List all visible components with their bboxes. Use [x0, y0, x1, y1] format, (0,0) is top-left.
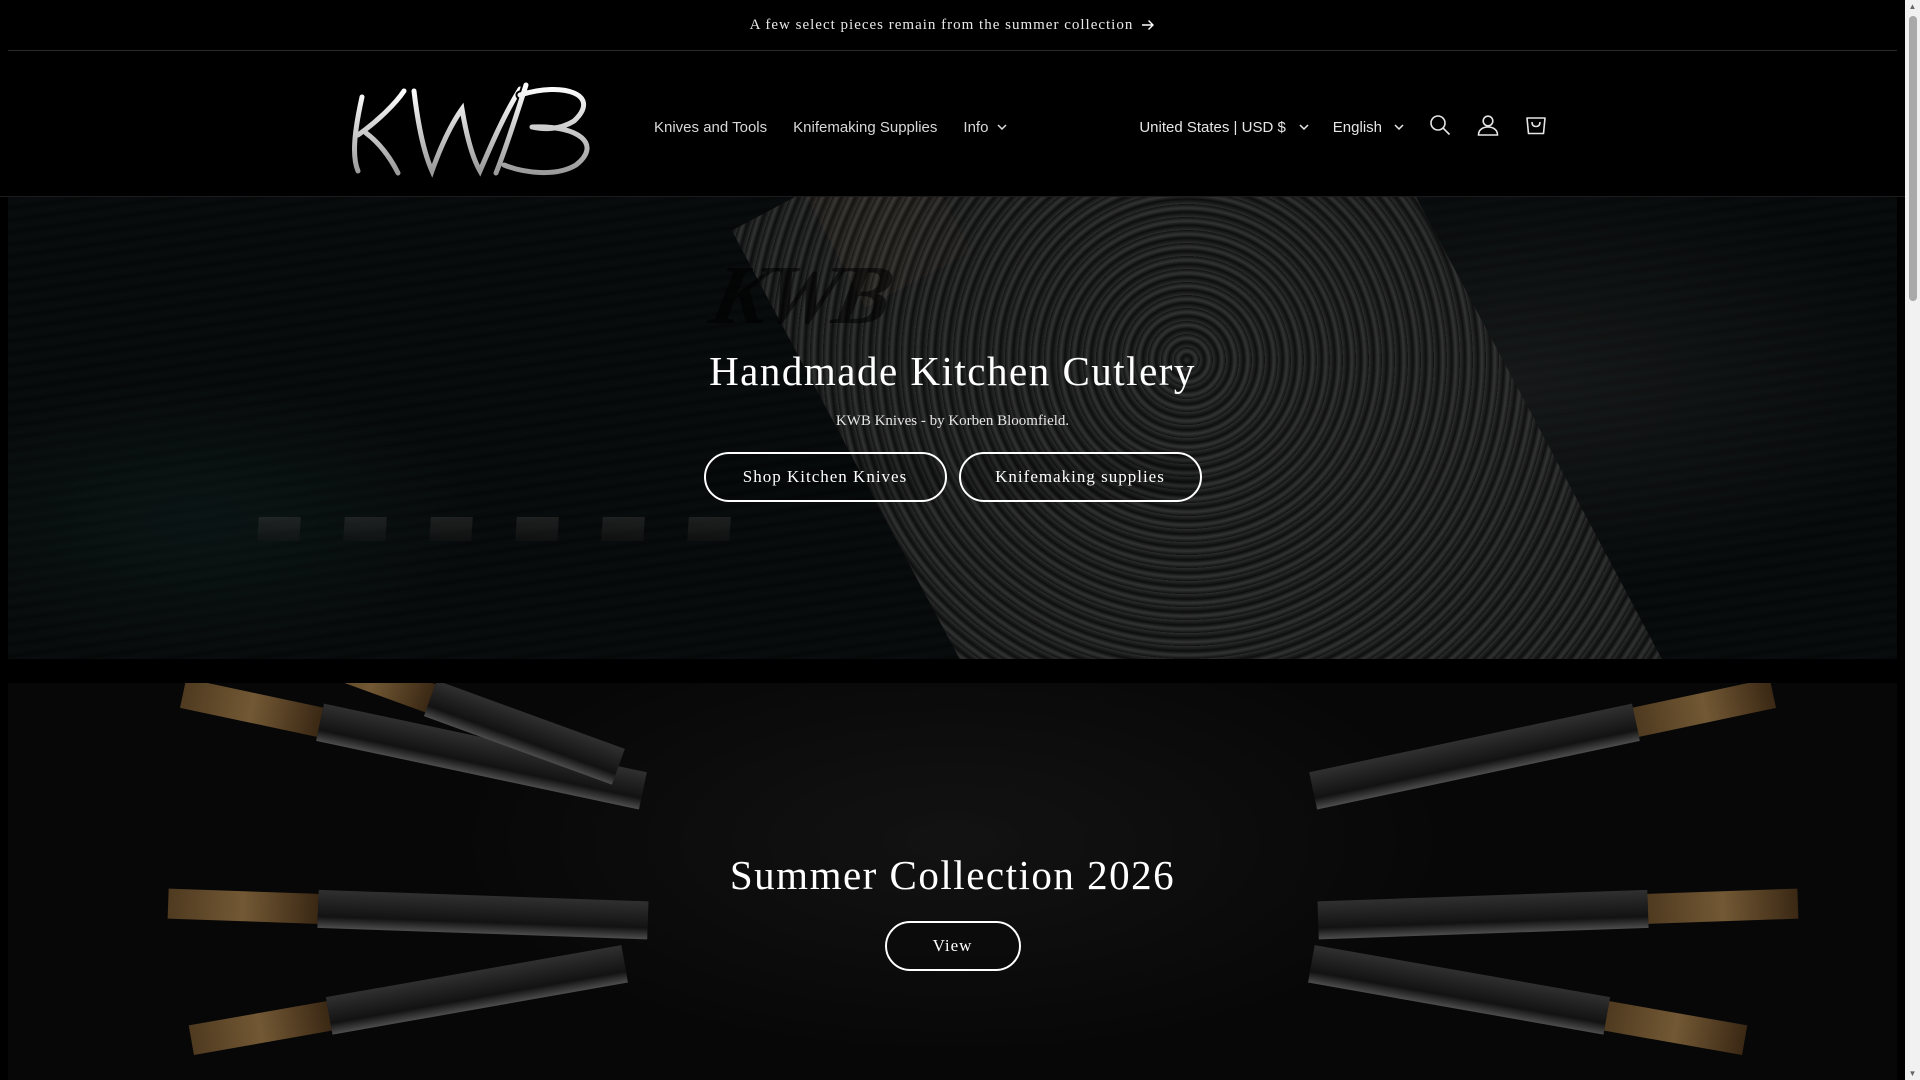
chevron-down-icon [1299, 124, 1309, 130]
account-icon [1477, 114, 1499, 140]
collection-content: Summer Collection 2026 View [8, 851, 1897, 971]
nav-label: Knifemaking Supplies [793, 118, 938, 136]
account-button[interactable] [1464, 103, 1512, 151]
search-button[interactable] [1416, 103, 1464, 151]
nav-info[interactable]: Info [950, 119, 1020, 136]
cart-button[interactable] [1512, 103, 1560, 151]
cart-icon [1525, 114, 1547, 140]
site-header: Knives and Tools Knifemaking Supplies In… [0, 51, 1905, 197]
chevron-down-icon [997, 124, 1007, 130]
knifemaking-supplies-button[interactable]: Knifemaking supplies [958, 452, 1202, 502]
nav-knifemaking-supplies[interactable]: Knifemaking Supplies [780, 119, 950, 136]
view-collection-button[interactable]: View [884, 921, 1021, 971]
page-scrollbar[interactable]: ▲ ▼ [1905, 0, 1920, 1080]
hero-content: Handmade Kitchen Cutlery KWB Knives - by… [8, 347, 1897, 502]
hero-logo-watermark: KWB [703, 249, 898, 342]
scroll-up-arrow-icon[interactable]: ▲ [1908, 2, 1917, 11]
country-selector[interactable]: United States | USD $ [1127, 119, 1320, 136]
search-icon [1429, 114, 1451, 140]
country-selector-label: United States | USD $ [1139, 118, 1286, 136]
page: A few select pieces remain from the summ… [0, 0, 1905, 1080]
scrollbar-thumb[interactable] [1909, 16, 1917, 301]
hero-title: Handmade Kitchen Cutlery [709, 348, 1196, 394]
language-selector-label: English [1332, 118, 1382, 136]
header-utilities: United States | USD $ English [1127, 51, 1560, 203]
shop-kitchen-knives-button[interactable]: Shop Kitchen Knives [703, 452, 947, 502]
main-nav: Knives and Tools Knifemaking Supplies In… [641, 51, 1020, 203]
collection-banner: Summer Collection 2026 View [8, 683, 1897, 1080]
nav-label: Info [963, 118, 989, 136]
hero-banner: KWB Handmade Kitchen Cutlery KWB Knives … [8, 197, 1897, 659]
logo[interactable] [344, 73, 610, 184]
nav-label: Knives and Tools [654, 118, 768, 136]
announcement-bar[interactable]: A few select pieces remain from the summ… [0, 0, 1905, 50]
hero-subtitle: KWB Knives - by Korben Bloomfield. [835, 413, 1070, 429]
scroll-down-arrow-icon[interactable]: ▼ [1908, 1069, 1917, 1078]
announcement-text[interactable]: A few select pieces remain from the summ… [750, 17, 1134, 34]
nav-knives-and-tools[interactable]: Knives and Tools [641, 119, 780, 136]
language-selector[interactable]: English [1321, 119, 1416, 136]
chevron-down-icon [1394, 124, 1404, 130]
arrow-right-icon [1141, 19, 1155, 31]
collection-title: Summer Collection 2026 [729, 852, 1176, 898]
hero-buttons: Shop Kitchen Knives Knifemaking supplies [8, 452, 1897, 502]
